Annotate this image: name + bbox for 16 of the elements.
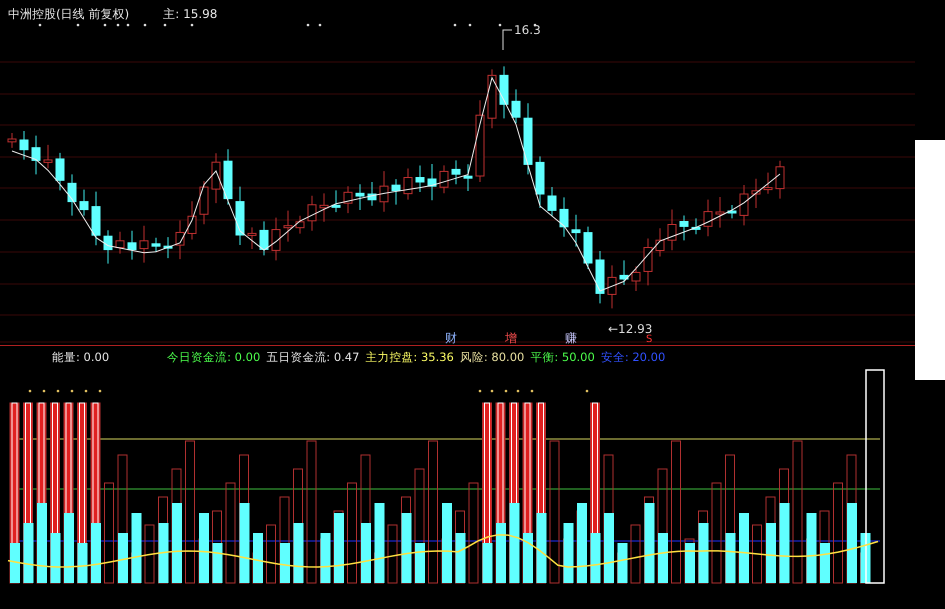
high-price-label: 16.3 — [514, 23, 541, 37]
main-price-reading: 主: 15.98 — [163, 6, 218, 22]
pointer-line — [502, 30, 512, 50]
stock-title: 中洲控股(日线 前复权) — [8, 6, 130, 22]
indicator-reading: 今日资金流: 0.00 — [167, 350, 260, 365]
signal-label: 赚 — [565, 330, 577, 347]
indicator-reading: 能量: 0.00 — [52, 350, 110, 365]
indicator-reading: 平衡: 50.00 — [530, 350, 595, 365]
signal-marker: S — [646, 334, 652, 345]
indicator-reading: 主力控盘: 35.36 — [365, 350, 454, 365]
indicator-reading: 安全: 20.00 — [600, 350, 666, 365]
low-price-label: ←12.93 — [608, 322, 652, 336]
indicator-reading: 风险: 80.00 — [460, 350, 524, 365]
signal-label: 增 — [505, 330, 517, 347]
signal-label: 财 — [445, 330, 457, 347]
indicator-reading: 五日资金流: 0.47 — [266, 350, 360, 365]
